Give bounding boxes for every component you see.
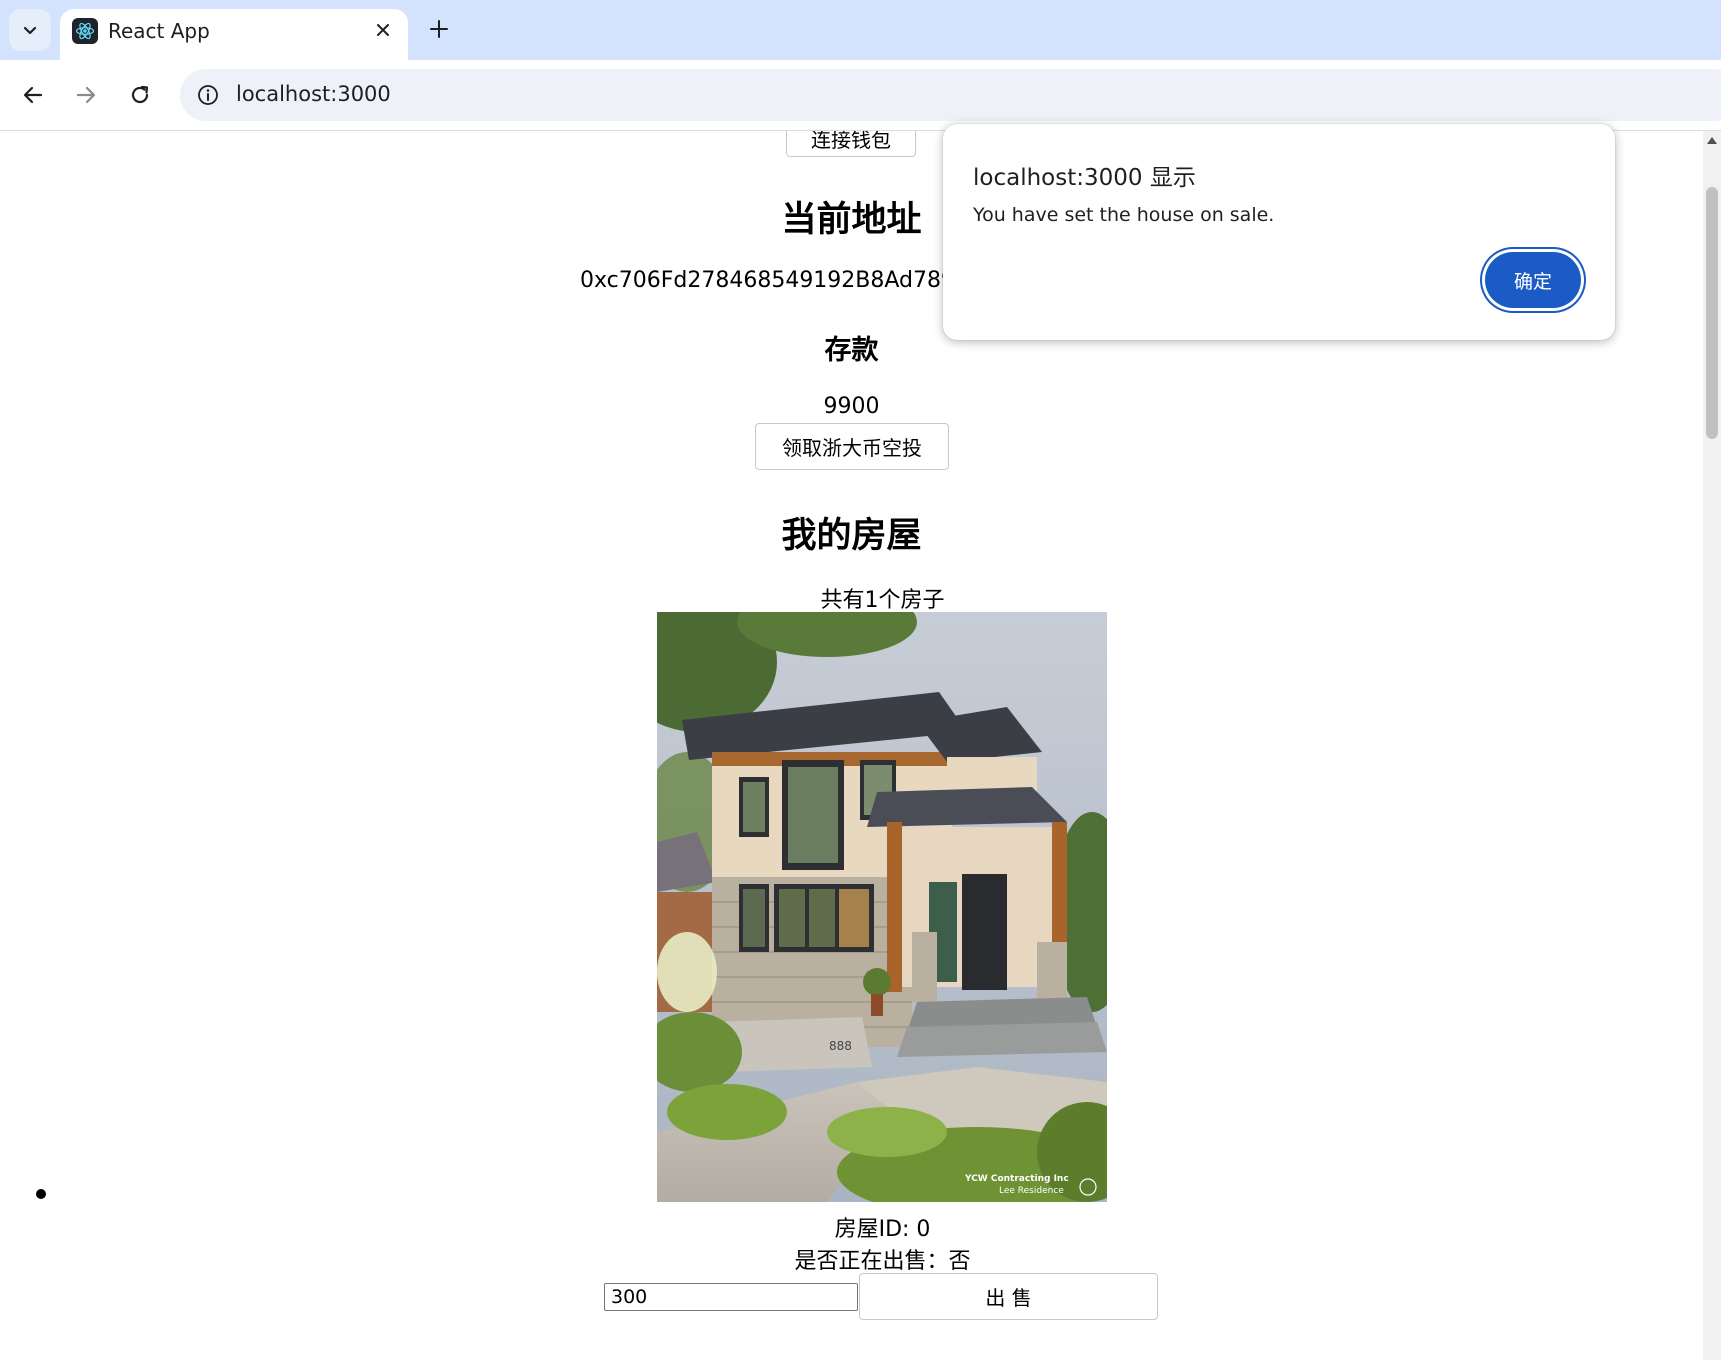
- dialog-message: You have set the house on sale.: [973, 204, 1275, 226]
- house-id: 房屋ID: 0: [834, 1217, 931, 1242]
- tab-search-button[interactable]: [9, 9, 51, 51]
- address-bar[interactable]: localhost:3000: [180, 69, 1721, 121]
- url-text: localhost:3000: [236, 82, 391, 106]
- tab-title: React App: [108, 19, 210, 43]
- svg-text:Lee Residence: Lee Residence: [999, 1186, 1064, 1196]
- house-image: 888 YCW Contracting Inc Lee Residence: [657, 612, 1107, 1202]
- react-logo-icon: [72, 18, 98, 44]
- address-value: 0xc706Fd278468549192B8Ad7893: [580, 268, 970, 293]
- back-arrow-icon[interactable]: [13, 75, 53, 115]
- browser-toolbar: localhost:3000: [0, 60, 1721, 131]
- vertical-scrollbar[interactable]: [1703, 131, 1721, 1360]
- alert-dialog: localhost:3000 显示 You have set the house…: [943, 124, 1615, 340]
- deposit-value: 9900: [823, 394, 880, 419]
- svg-text:YCW Contracting Inc: YCW Contracting Inc: [964, 1174, 1069, 1184]
- connect-wallet-button[interactable]: 连接钱包: [786, 131, 916, 157]
- house-on-sale-status: 是否正在出售：否: [794, 1249, 971, 1274]
- forward-arrow-icon[interactable]: [66, 75, 106, 115]
- svg-text:888: 888: [829, 1039, 852, 1053]
- sell-button[interactable]: 出 售: [859, 1273, 1158, 1320]
- close-tab-icon[interactable]: [368, 15, 398, 45]
- scrollbar-thumb[interactable]: [1706, 187, 1718, 439]
- sale-price-input[interactable]: [604, 1283, 858, 1311]
- chevron-down-icon: [23, 26, 37, 35]
- dialog-ok-button[interactable]: 确定: [1485, 252, 1581, 308]
- houses-heading: 我的房屋: [781, 516, 922, 556]
- site-info-icon[interactable]: [194, 81, 222, 109]
- house-count: 共有1个房子: [820, 588, 945, 613]
- browser-tab[interactable]: React App: [60, 9, 408, 60]
- reload-icon[interactable]: [120, 75, 160, 115]
- list-bullet: [36, 1189, 46, 1199]
- tab-strip: React App: [0, 0, 1721, 60]
- new-tab-icon[interactable]: [422, 12, 456, 46]
- scroll-up-arrow-icon[interactable]: [1707, 137, 1717, 144]
- airdrop-button[interactable]: 领取浙大币空投: [755, 423, 949, 470]
- dialog-title: localhost:3000 显示: [973, 165, 1196, 191]
